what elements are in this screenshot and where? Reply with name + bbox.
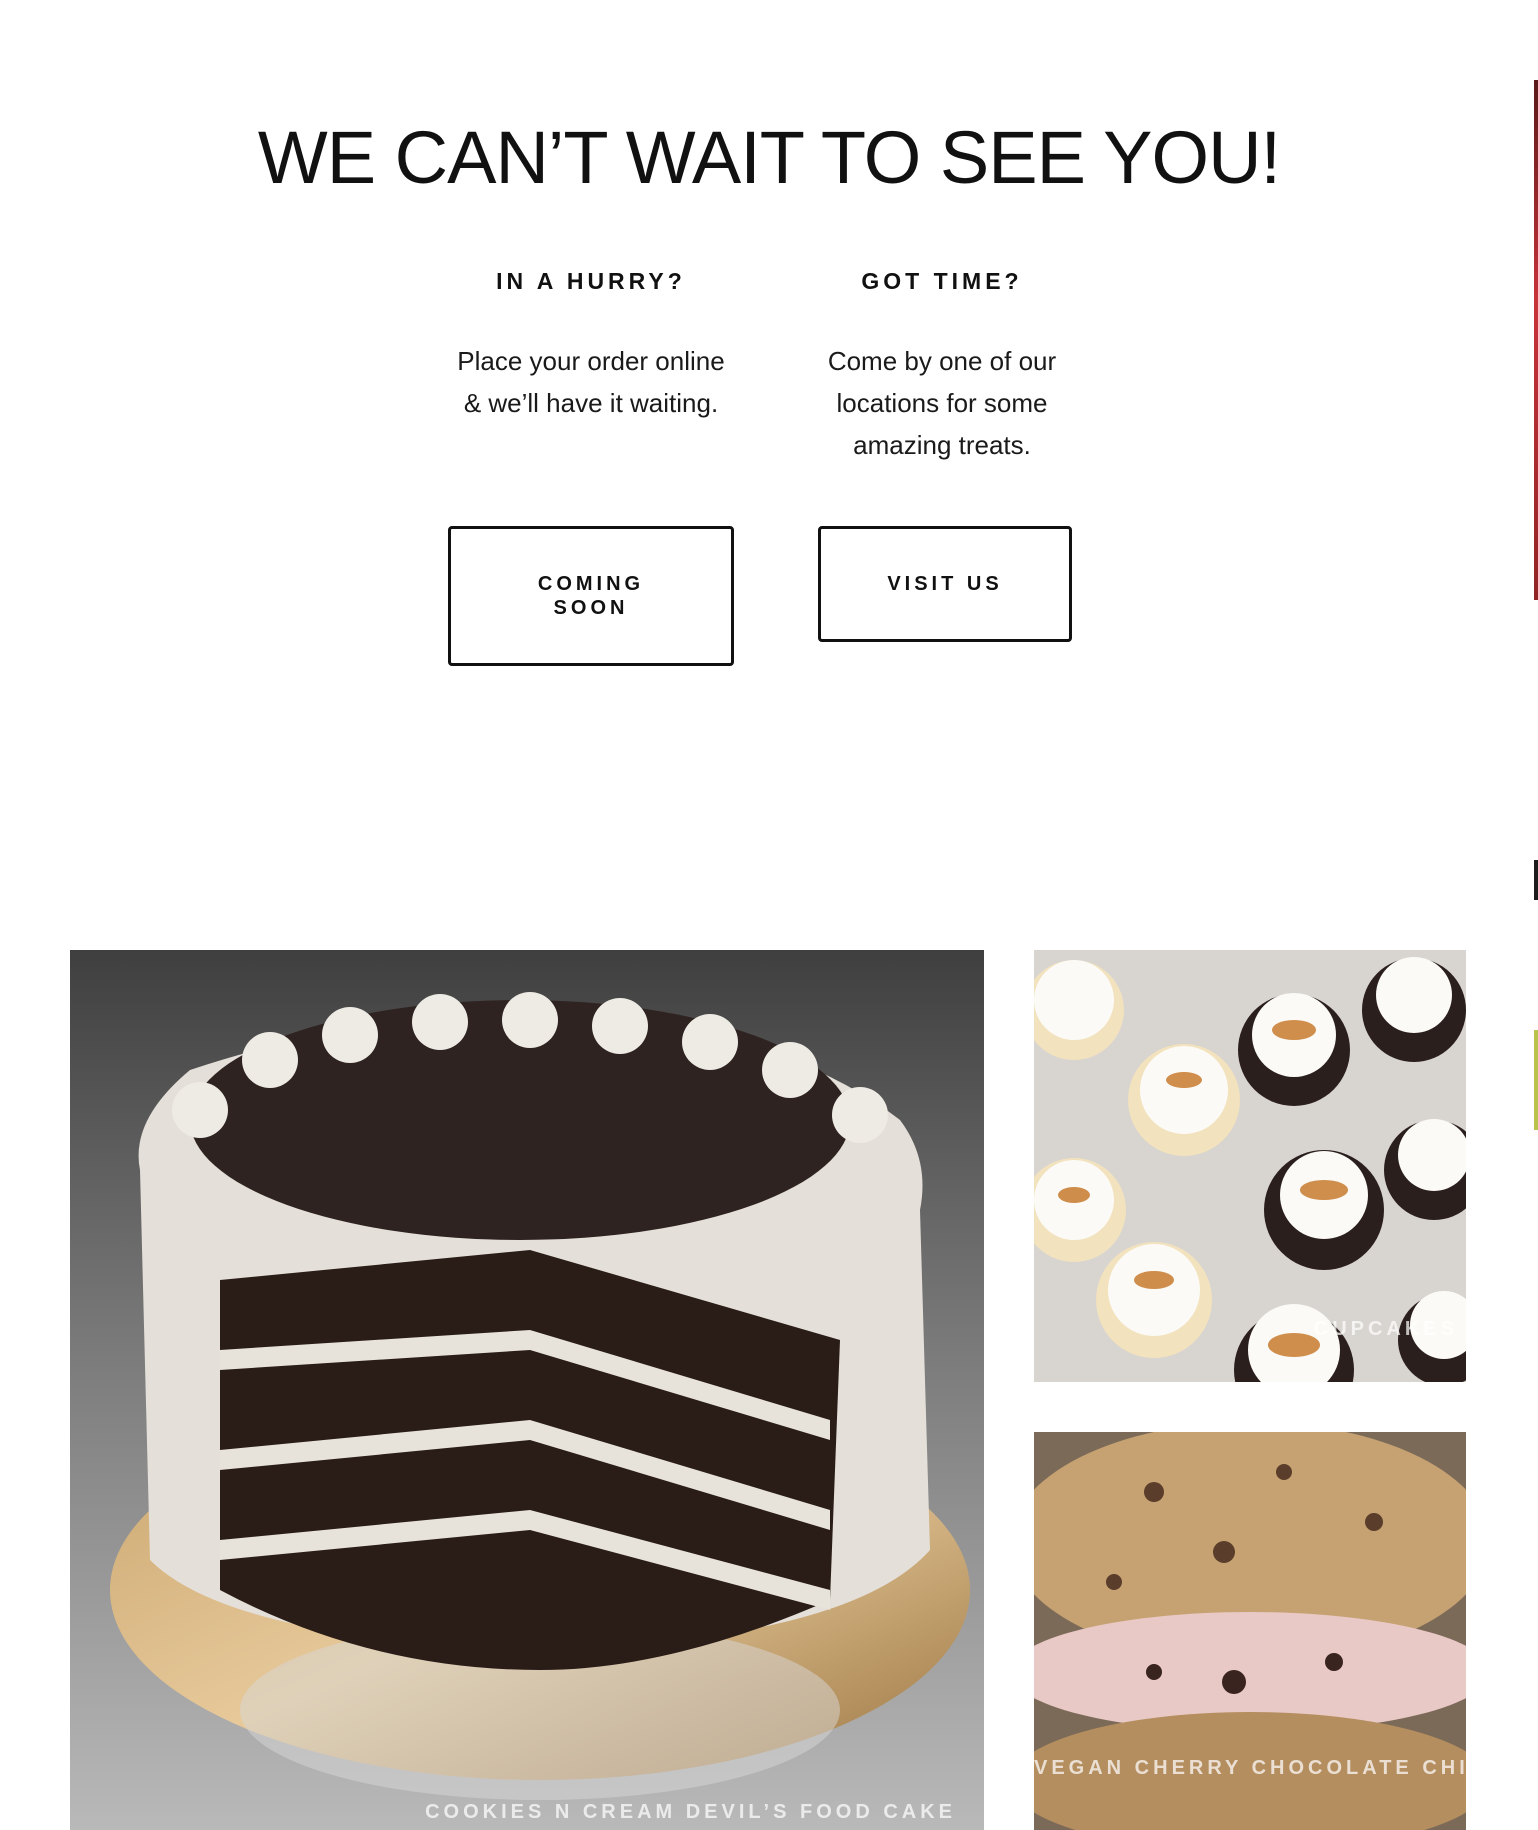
cake-photo xyxy=(70,950,984,1830)
gallery-tile-cupcakes[interactable]: CUPCAKES xyxy=(1034,950,1466,1382)
order-online-text: Place your order online & we’ll have it … xyxy=(457,346,725,418)
page: WE CAN’T WAIT TO SEE YOU! IN A HURRY? Pl… xyxy=(0,0,1538,1830)
visit-us-button[interactable]: VISIT US xyxy=(818,526,1072,642)
gallery-caption-cookiewich: VEGAN CHERRY CHOCOLATE CHIP COOKIEWICH xyxy=(1034,1757,1466,1779)
visit-column: GOT TIME? Come by one of our locations f… xyxy=(792,268,1092,466)
gallery-tile-cookiewich[interactable]: VEGAN CHERRY CHOCOLATE CHIP COOKIEWICH xyxy=(1034,1432,1466,1830)
adjacent-panel-edge xyxy=(1534,0,1538,1830)
page-title: WE CAN’T WAIT TO SEE YOU! xyxy=(257,116,1281,199)
visit-us-button-label: VISIT US xyxy=(887,573,1003,595)
gallery-tile-cake[interactable]: COOKIES N CREAM DEVIL’S FOOD CAKE xyxy=(70,950,984,1830)
gallery-caption-cupcakes: CUPCAKES xyxy=(1313,1318,1458,1340)
coming-soon-button[interactable]: COMING SOON xyxy=(448,526,734,666)
gallery-caption-cake: COOKIES N CREAM DEVIL’S FOOD CAKE xyxy=(425,1801,956,1823)
visit-text: Come by one of our locations for some am… xyxy=(827,346,1057,460)
order-online-heading: IN A HURRY? xyxy=(496,268,686,294)
coming-soon-button-label: COMING SOON xyxy=(537,573,645,619)
visit-heading: GOT TIME? xyxy=(861,268,1023,294)
order-online-column: IN A HURRY? Place your order online & we… xyxy=(441,268,741,424)
